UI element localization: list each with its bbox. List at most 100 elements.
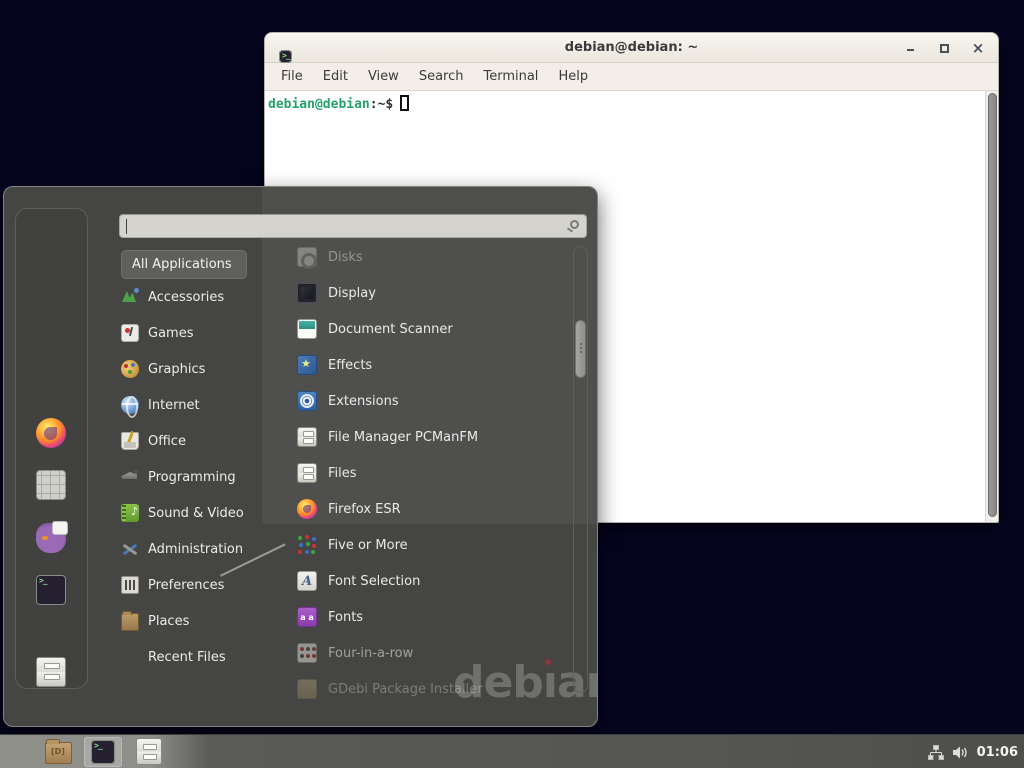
file-cabinet-icon xyxy=(136,738,162,765)
category-places[interactable]: Places xyxy=(121,607,266,635)
app-files[interactable]: Files xyxy=(249,459,571,487)
terminal-cursor xyxy=(400,95,409,111)
disks-icon xyxy=(297,247,317,267)
app-label: Files xyxy=(328,466,357,481)
app-four-in-a-row[interactable]: Four-in-a-row xyxy=(249,639,571,667)
app-file-manager-pcmanfm[interactable]: File Manager PCManFM xyxy=(249,423,571,451)
app-label: Document Scanner xyxy=(328,322,453,337)
spacer xyxy=(121,648,139,666)
volume-icon[interactable] xyxy=(952,745,969,760)
app-label: Five or More xyxy=(328,538,408,553)
file-manager-launcher-icon[interactable] xyxy=(36,657,66,687)
menu-search-input[interactable] xyxy=(119,214,587,238)
menu-help[interactable]: Help xyxy=(548,63,598,91)
taskbar-clock[interactable]: 01:06 xyxy=(977,745,1018,760)
terminal-launcher-icon[interactable] xyxy=(36,575,66,605)
category-label: Internet xyxy=(148,398,200,413)
category-all-applications[interactable]: All Applications xyxy=(121,250,247,279)
app-label: File Manager PCManFM xyxy=(328,430,478,445)
office-icon xyxy=(121,432,139,450)
close-button[interactable]: × xyxy=(968,38,988,58)
app-label: GDebi Package Installer xyxy=(328,682,483,697)
document-scanner-icon xyxy=(297,319,317,339)
category-graphics[interactable]: Graphics xyxy=(121,355,266,383)
font-selection-icon xyxy=(297,571,317,591)
terminal-task-icon xyxy=(91,740,115,764)
terminal-window-title: debian@debian: ~ xyxy=(265,40,998,55)
menu-scrollbar[interactable] xyxy=(573,246,588,693)
menu-edit[interactable]: Edit xyxy=(313,63,358,91)
close-icon: × xyxy=(972,41,985,56)
terminal-scrollbar[interactable] xyxy=(985,91,998,522)
all-applications-label: All Applications xyxy=(132,257,232,272)
category-recent-files[interactable]: Recent Files xyxy=(121,643,266,671)
app-label: Fonts xyxy=(328,610,363,625)
file-manager-taskbar-button[interactable] xyxy=(45,738,72,764)
network-icon[interactable] xyxy=(928,745,944,760)
menu-favorites-sidebar xyxy=(15,208,88,689)
files-icon xyxy=(297,463,317,483)
app-label: Display xyxy=(328,286,376,301)
category-label: Graphics xyxy=(148,362,205,377)
app-font-selection[interactable]: Font Selection xyxy=(249,567,571,595)
file-manager-icon xyxy=(297,427,317,447)
packages-launcher-icon[interactable] xyxy=(36,470,66,500)
folder-icon xyxy=(45,742,72,764)
gdebi-icon xyxy=(297,679,317,699)
minimize-button[interactable] xyxy=(900,38,920,58)
app-five-or-more[interactable]: Five or More xyxy=(249,531,571,559)
administration-icon xyxy=(121,540,139,558)
app-firefox-esr[interactable]: Firefox ESR xyxy=(249,495,571,523)
menu-terminal[interactable]: Terminal xyxy=(473,63,548,91)
menu-search[interactable]: Search xyxy=(409,63,474,91)
taskbar: 01:06 xyxy=(0,734,1024,768)
pidgin-launcher-icon[interactable] xyxy=(36,523,66,553)
category-label: Games xyxy=(148,326,193,341)
search-icon xyxy=(570,220,579,229)
app-display[interactable]: Display xyxy=(249,279,571,307)
category-internet[interactable]: Internet xyxy=(121,391,266,419)
category-programming[interactable]: Programming xyxy=(121,463,266,491)
firefox-launcher-icon[interactable] xyxy=(36,418,66,448)
app-document-scanner[interactable]: Document Scanner xyxy=(249,315,571,343)
cabinet-taskbar-button[interactable] xyxy=(136,738,162,765)
category-accessories[interactable]: Accessories xyxy=(121,283,266,311)
effects-icon xyxy=(297,355,317,375)
fonts-icon xyxy=(297,607,317,627)
application-list: Disks Display Document Scanner Effects E… xyxy=(249,241,571,707)
app-label: Disks xyxy=(328,250,363,265)
category-administration[interactable]: Administration xyxy=(121,535,266,563)
category-label: Places xyxy=(148,614,189,629)
places-icon xyxy=(121,613,139,631)
app-effects[interactable]: Effects xyxy=(249,351,571,379)
app-disks[interactable]: Disks xyxy=(249,243,571,271)
category-label: Programming xyxy=(148,470,236,485)
category-office[interactable]: Office xyxy=(121,427,266,455)
app-label: Effects xyxy=(328,358,372,373)
category-preferences[interactable]: Preferences xyxy=(121,571,266,599)
category-label: Sound & Video xyxy=(148,506,244,521)
app-label: Four-in-a-row xyxy=(328,646,413,661)
terminal-titlebar[interactable]: debian@debian: ~ × xyxy=(265,33,998,63)
category-games[interactable]: Games xyxy=(121,319,266,347)
search-caret xyxy=(126,219,127,234)
app-fonts[interactable]: Fonts xyxy=(249,603,571,631)
app-gdebi-package-installer[interactable]: GDebi Package Installer xyxy=(249,675,571,703)
menu-file[interactable]: File xyxy=(271,63,313,91)
terminal-taskbar-button[interactable] xyxy=(84,737,122,767)
category-label: Office xyxy=(148,434,186,449)
internet-icon xyxy=(121,396,139,414)
maximize-button[interactable] xyxy=(934,38,954,58)
prompt-suffix: :~$ xyxy=(370,97,393,112)
menu-view[interactable]: View xyxy=(358,63,409,91)
category-sound-video[interactable]: Sound & Video xyxy=(121,499,266,527)
terminal-scrollbar-thumb[interactable] xyxy=(988,93,997,517)
terminal-prompt: debian@debian:~$ xyxy=(268,95,409,112)
sound-video-icon xyxy=(121,504,139,522)
category-label: Preferences xyxy=(148,578,224,593)
menu-scrollbar-thumb[interactable] xyxy=(575,320,586,378)
app-label: Firefox ESR xyxy=(328,502,401,517)
category-label: Accessories xyxy=(148,290,224,305)
app-extensions[interactable]: Extensions xyxy=(249,387,571,415)
display-icon xyxy=(297,283,317,303)
